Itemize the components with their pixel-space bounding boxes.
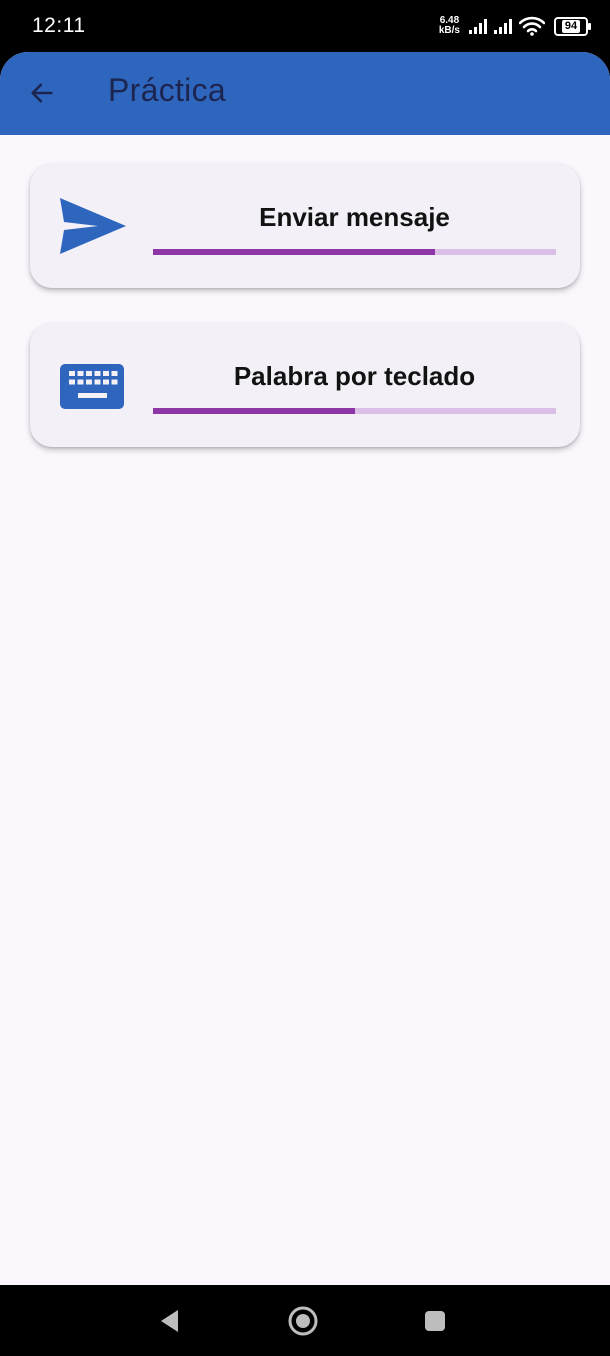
card-palabra-por-teclado[interactable]: Palabra por teclado [30,323,580,447]
progress-fill [153,249,436,255]
signal-icon [469,18,487,34]
nav-back-button[interactable] [148,1299,192,1343]
nav-recents-button[interactable] [413,1299,457,1343]
progress-bar [153,408,556,414]
nav-recents-icon [425,1311,445,1331]
card-label: Palabra por teclado [233,361,476,391]
arrow-back-icon [31,83,53,103]
nav-back-icon [161,1310,178,1332]
status-time: 12:11 [32,14,86,37]
nav-home-icon [288,1306,318,1336]
network-speed: 6.48 kB/s [439,16,460,36]
signal-icon-2 [494,18,512,34]
back-button[interactable] [22,70,62,116]
card-label: Enviar mensaje [259,202,450,232]
battery-icon: 94 [554,16,591,36]
progress-fill [153,408,355,414]
status-indicators: 6.48 kB/s 94 [439,12,591,40]
app-screen: Práctica Enviar mensaje Palabra por tecl… [0,52,610,1285]
battery-level: 94 [561,19,581,33]
wifi-icon [519,16,545,36]
send-icon [58,194,128,258]
card-enviar-mensaje[interactable]: Enviar mensaje [30,164,580,288]
keyboard-icon [58,353,128,417]
progress-bar [153,249,556,255]
navigation-bar [0,1285,610,1356]
page-title: Práctica [108,72,226,108]
network-speed-unit: kB/s [438,25,460,36]
app-bar: Práctica [0,52,610,135]
status-bar: 12:11 6.48 kB/s 94 [0,0,610,52]
nav-home-button[interactable] [281,1299,325,1343]
